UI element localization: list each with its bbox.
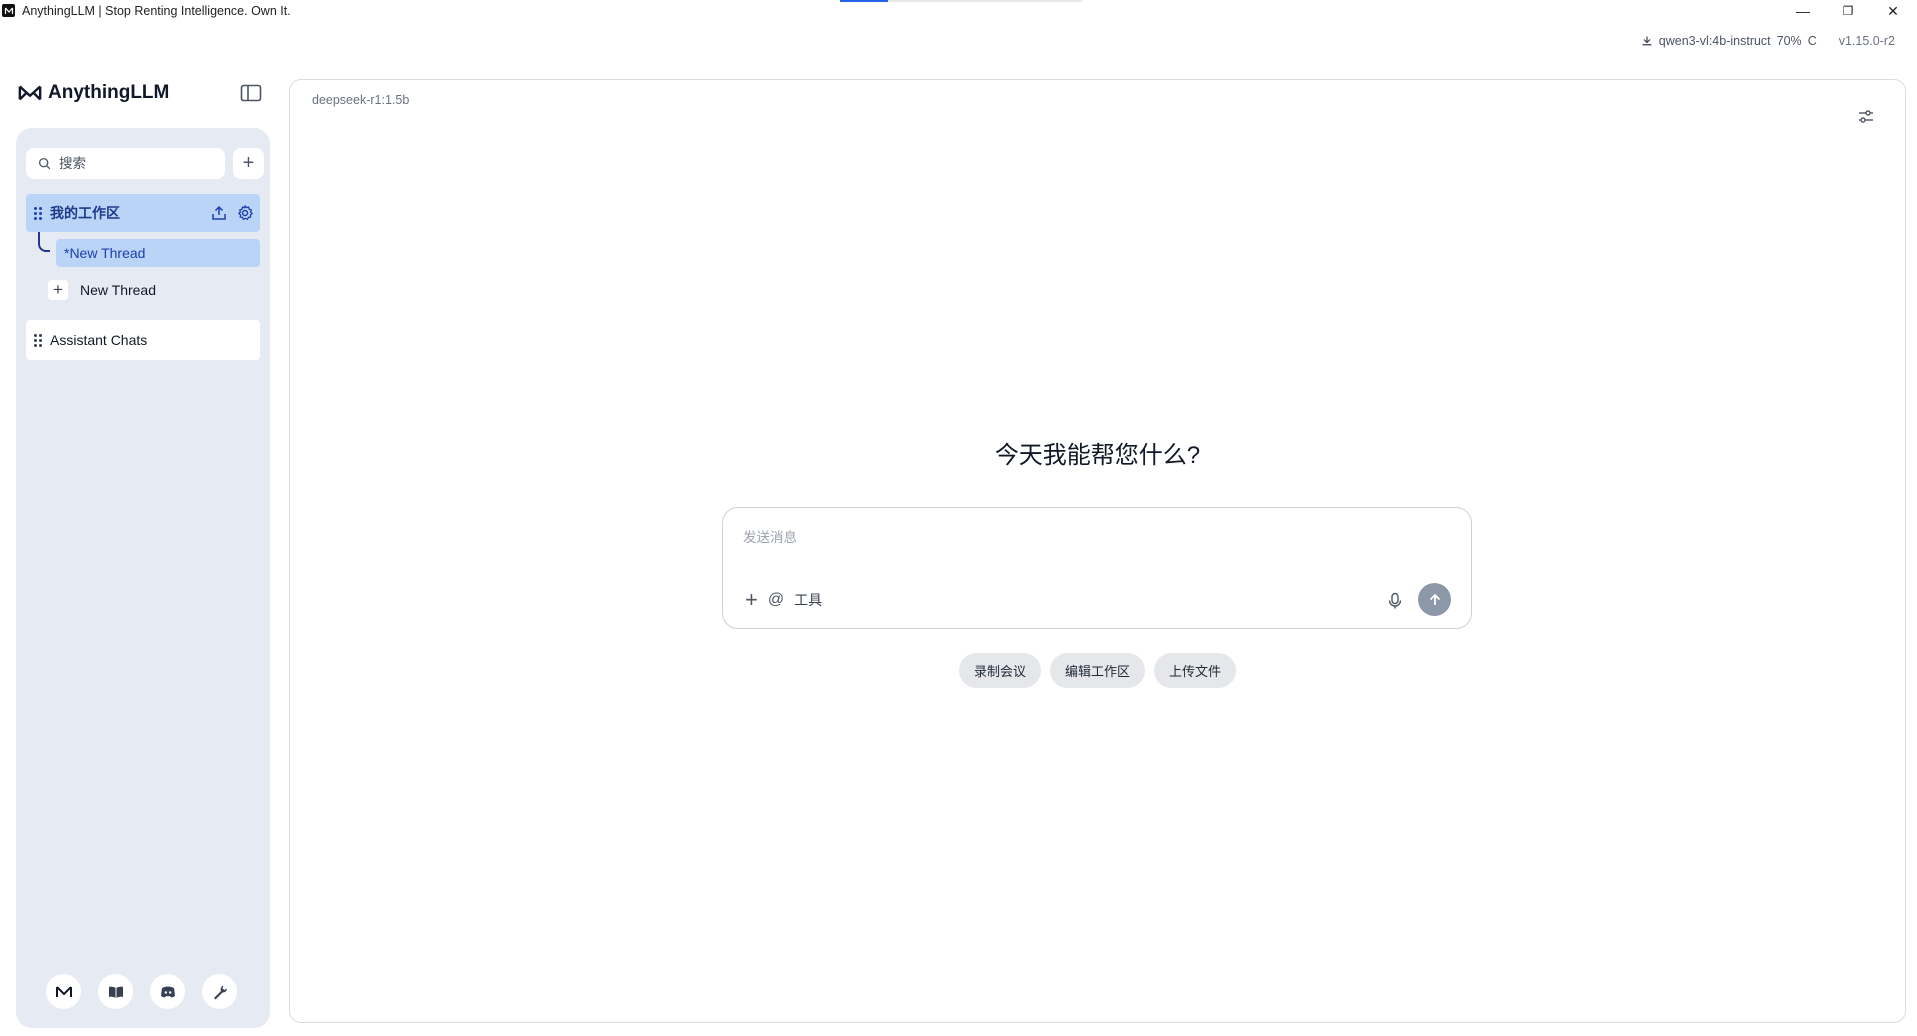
discord-button[interactable] bbox=[150, 974, 185, 1009]
record-meeting-chip[interactable]: 录制会议 bbox=[958, 653, 1041, 688]
sidebar-toggle-icon bbox=[240, 84, 262, 102]
new-thread-button[interactable]: + New Thread bbox=[48, 280, 156, 300]
new-thread-label: New Thread bbox=[80, 282, 157, 298]
download-icon bbox=[1642, 36, 1652, 46]
new-workspace-button[interactable]: + bbox=[233, 148, 264, 179]
anythingllm-logo-icon bbox=[55, 985, 72, 997]
tools-button[interactable]: 工具 bbox=[794, 590, 822, 610]
gear-icon[interactable] bbox=[236, 204, 254, 222]
sidebar-toggle-button[interactable] bbox=[240, 84, 262, 102]
edit-workspace-chip[interactable]: 编辑工作区 bbox=[1049, 653, 1145, 688]
discord-icon bbox=[160, 986, 175, 997]
sidebar: + 我的工作区 *New Thread + New Thread Assista… bbox=[16, 128, 270, 1028]
download-model-name: qwen3-vl:4b-instruct bbox=[1658, 34, 1771, 48]
drag-handle-icon[interactable] bbox=[34, 206, 42, 220]
chat-panel: deepseek-r1:1.5b 今天我能帮您什么? + @ 工具 录制会议 编… bbox=[289, 79, 1906, 1023]
greeting-heading: 今天我能帮您什么? bbox=[994, 442, 1201, 469]
upload-file-chip[interactable]: 上传文件 bbox=[1154, 653, 1237, 688]
suggestion-chips: 录制会议 编辑工作区 上传文件 bbox=[290, 653, 1905, 688]
workspace-item[interactable]: 我的工作区 bbox=[26, 194, 260, 232]
model-name: deepseek-r1:1.5b bbox=[312, 93, 410, 107]
docs-button[interactable] bbox=[98, 974, 133, 1009]
assistant-chats-item[interactable]: Assistant Chats bbox=[26, 320, 260, 360]
search-input[interactable] bbox=[59, 156, 209, 171]
arrow-up-icon bbox=[1429, 593, 1440, 605]
anythingllm-logo-icon bbox=[18, 85, 42, 101]
brand-logo[interactable]: AnythingLLM bbox=[18, 82, 169, 104]
settings-button[interactable] bbox=[202, 974, 237, 1009]
attach-button[interactable]: + bbox=[745, 589, 758, 611]
window-title: AnythingLLM | Stop Renting Intelligence.… bbox=[22, 4, 291, 18]
message-composer: + @ 工具 bbox=[722, 507, 1472, 629]
message-input[interactable] bbox=[743, 526, 1403, 554]
window-titlebar: AnythingLLM | Stop Renting Intelligence.… bbox=[0, 0, 1917, 22]
app-version: v1.15.0-r2 bbox=[1838, 34, 1895, 48]
loading-progress-bar bbox=[840, 0, 1082, 2]
book-icon bbox=[108, 986, 123, 998]
close-button[interactable]: ✕ bbox=[1873, 0, 1913, 22]
download-progress: 70% bbox=[1776, 34, 1802, 48]
home-button[interactable] bbox=[46, 974, 81, 1009]
send-button[interactable] bbox=[1418, 583, 1451, 616]
download-status: qwen3-vl:4b-instruct 70% C v1.15.0-r2 bbox=[1641, 34, 1895, 48]
sidebar-footer bbox=[46, 974, 237, 1009]
thread-branch-line bbox=[38, 232, 50, 252]
mention-button[interactable]: @ bbox=[768, 591, 784, 609]
plus-icon: + bbox=[48, 280, 68, 300]
minimize-button[interactable]: — bbox=[1783, 0, 1823, 22]
download-state: C bbox=[1807, 34, 1817, 48]
restore-button[interactable]: ❐ bbox=[1828, 0, 1868, 22]
wrench-icon bbox=[213, 985, 227, 999]
search-icon bbox=[38, 157, 51, 170]
app-logo-icon bbox=[2, 4, 15, 17]
upload-icon[interactable] bbox=[210, 204, 228, 222]
brand-name: AnythingLLM bbox=[48, 82, 170, 103]
search-box[interactable] bbox=[26, 148, 225, 179]
assistant-chats-label: Assistant Chats bbox=[50, 332, 148, 348]
microphone-icon[interactable] bbox=[1387, 592, 1403, 610]
sliders-icon[interactable] bbox=[1857, 108, 1875, 126]
thread-item-active[interactable]: *New Thread bbox=[56, 239, 260, 267]
drag-handle-icon[interactable] bbox=[34, 333, 42, 347]
workspace-name: 我的工作区 bbox=[50, 205, 120, 221]
